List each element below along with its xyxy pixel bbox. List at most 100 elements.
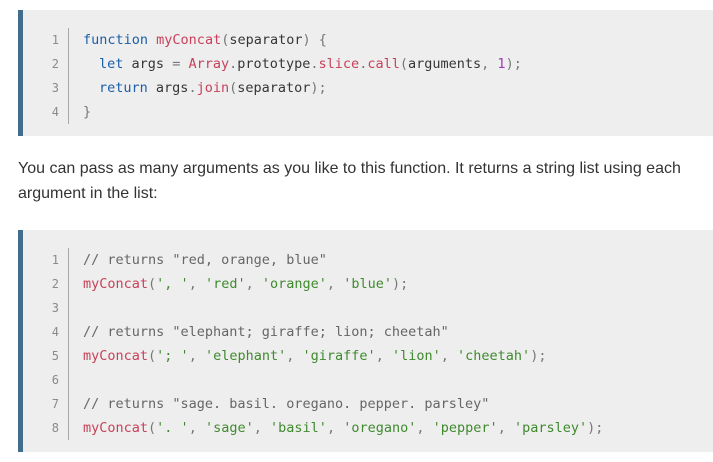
code-token: ( [399,56,408,72]
code-token: 'oregano' [343,420,417,436]
code-token: 'lion' [391,348,441,364]
code-token: . [310,56,319,72]
line-number-gutter-divider [68,248,69,440]
code-line: return args.join(separator); [99,76,327,100]
code-line: function myConcat(separator) { [83,28,327,52]
code-token: , [440,348,449,364]
code-token: function [83,32,149,48]
code-block-function-definition: 1 function myConcat(separator) {2 let args… [18,10,713,136]
code-token: , [188,420,197,436]
code-token: 'blue' [343,276,392,292]
code-token: // returns "elephant; giraffe; lion; che… [83,324,449,340]
page: 1 function myConcat(separator) {2 let args… [0,0,713,462]
code-token: ); [587,420,604,436]
code-token: , [326,276,336,292]
line-number: 8 [51,421,59,435]
code-token: ); [530,348,547,364]
code-token: args [131,56,165,72]
code-token: args [155,80,189,96]
code-token: myConcat [83,348,149,364]
code-token: , [416,420,425,436]
code-token: ( [148,420,157,436]
code-block-usage-examples: 1 // returns "red, orange, blue" 2 myConcat… [18,230,713,452]
code-token: 'giraffe' [302,348,376,364]
code-token: ', ' [156,276,189,292]
code-token: , [375,348,384,364]
code-token: '. ' [156,420,189,436]
code-token: separator [237,80,311,96]
code-token: let [99,56,124,72]
code-token: '; ' [156,348,189,364]
code-token: ) [302,32,311,48]
code-token: ); [391,276,409,292]
code-token: 'red' [204,276,246,292]
code-token: , [188,348,197,364]
code-token: arguments [407,56,482,72]
code-line: myConcat(', ', 'red', 'orange', 'blue'); [83,272,408,296]
code-token: 1 [497,56,506,72]
code-token: prototype [237,56,311,72]
code-token: } [83,104,92,120]
line-number: 1 [51,33,59,47]
line-number: 1 [51,253,59,267]
code-line: // returns "elephant; giraffe; lion; che… [83,320,449,344]
code-token: 'basil' [270,420,327,436]
code-token: // returns "sage. basil. oregano. pepper… [83,396,490,412]
code-token: Array [188,56,230,72]
code-token: slice [318,56,360,72]
code-token: , [245,276,254,292]
code-token: myConcat [156,32,222,48]
code-token: ( [148,276,157,292]
code-token: myConcat [83,276,149,292]
code-line: // returns "red, orange, blue" [83,248,327,272]
code-token: ( [229,80,238,96]
code-token: { [318,32,327,48]
code-token: call [367,56,400,72]
line-number: 3 [51,81,59,95]
code-token: , [188,276,197,292]
code-line: } [83,100,91,124]
code-token: join [196,80,230,96]
explanation-paragraph: You can pass as many arguments as you li… [18,160,681,202]
code-token: . [188,80,197,96]
code-token: , [253,420,262,436]
code-token: ); [310,80,327,96]
code-token: 'cheetah' [457,348,531,364]
code-token: // returns "red, orange, blue" [83,252,327,268]
code-line: // returns "sage. basil. oregano. pepper… [83,392,489,416]
code-token: , [497,420,506,436]
line-number: 7 [51,397,59,411]
code-line: myConcat('; ', 'elephant', 'giraffe', 'l… [83,344,546,368]
code-line: let args = Array.prototype.slice.call(ar… [99,52,522,76]
line-number-gutter-divider [68,28,69,124]
code-token: 'pepper' [432,420,498,436]
code-token: myConcat [83,420,149,436]
code-token: ); [505,56,522,72]
code-token: , [326,420,336,436]
code-token: 'orange' [261,276,327,292]
line-number: 4 [51,105,59,119]
code-token: 'sage' [204,420,254,436]
line-number: 6 [51,373,59,387]
code-token: return [99,80,148,96]
line-number: 2 [51,57,59,71]
code-token: 'parsley' [513,420,588,436]
code-token: 'elephant' [204,348,287,364]
line-number: 5 [51,349,59,363]
